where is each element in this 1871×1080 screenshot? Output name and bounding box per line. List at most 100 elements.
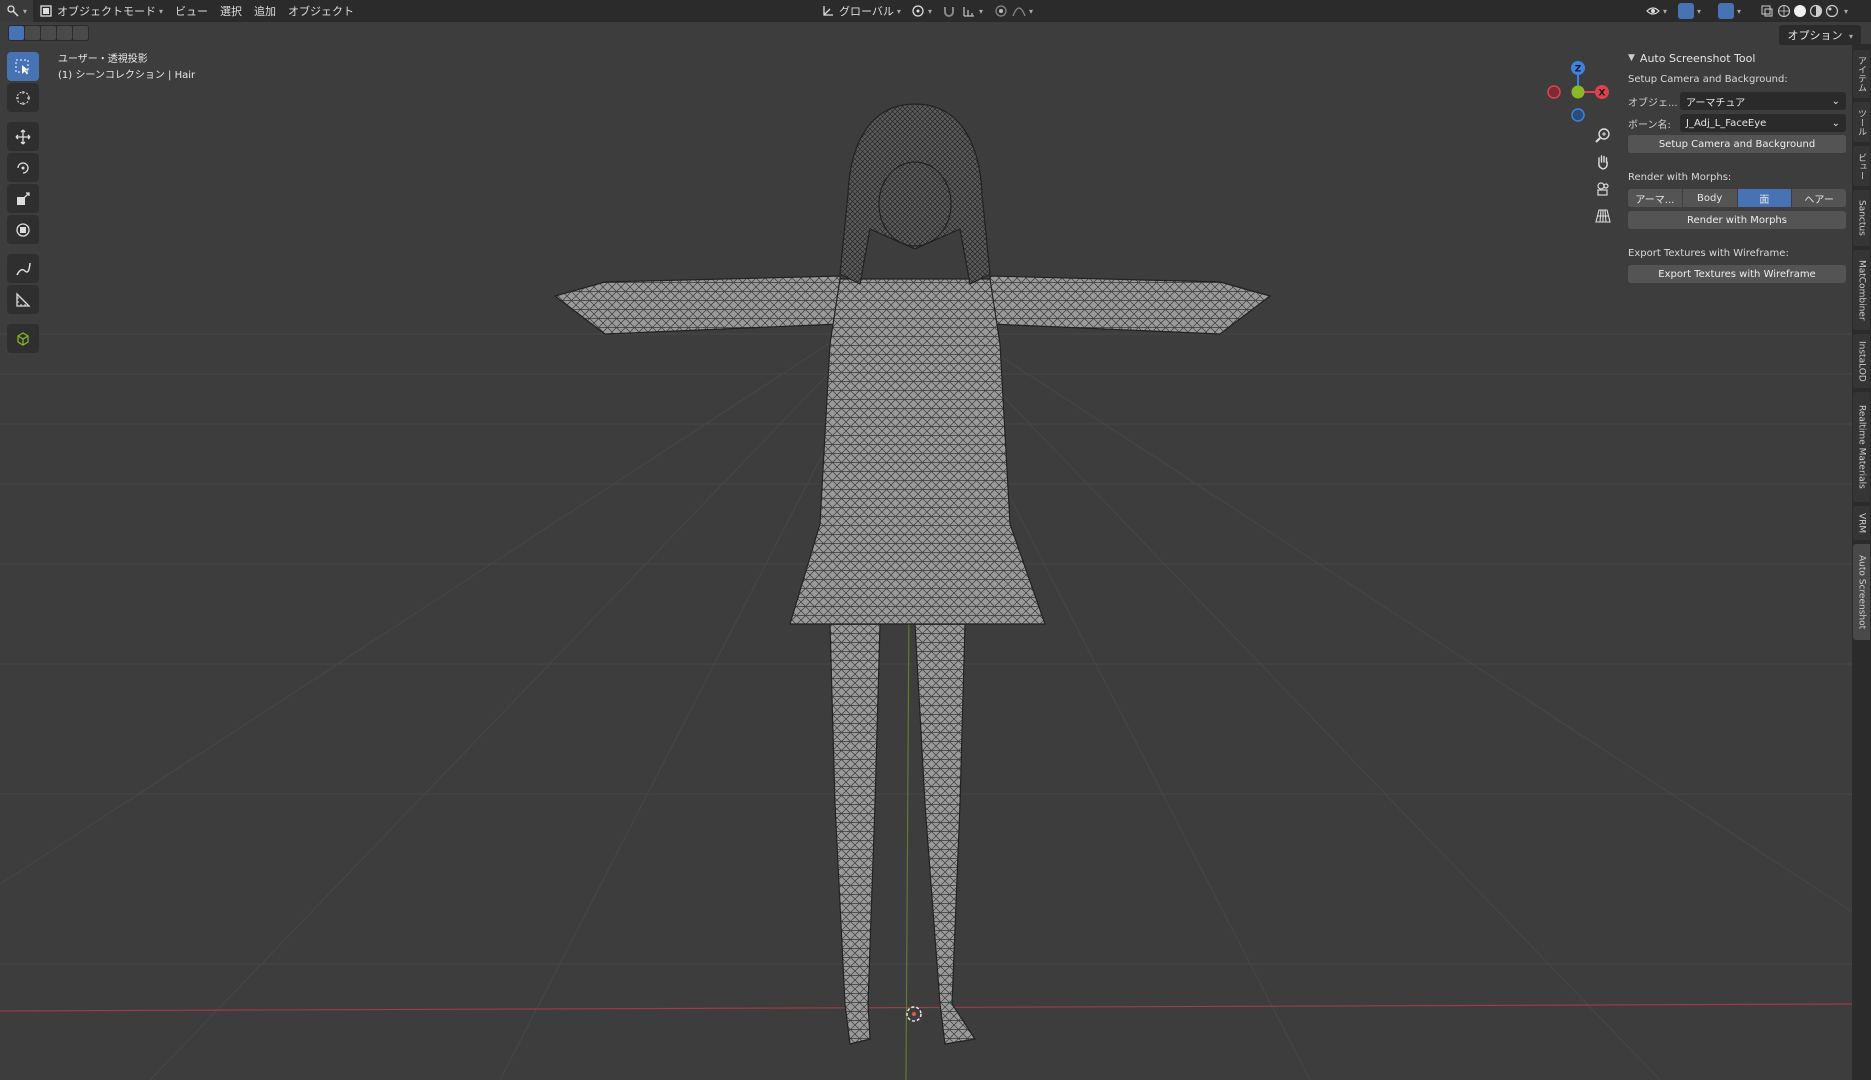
neg-x-axis-handle[interactable] (1547, 85, 1561, 99)
tool-rotate[interactable] (7, 153, 39, 182)
editor-type-button[interactable]: ▾ (0, 0, 34, 22)
mode-label: オブジェクトモード (57, 5, 157, 18)
tab-vrm[interactable]: VRM (1853, 506, 1870, 540)
character-mesh[interactable] (553, 103, 1272, 1045)
3d-cursor[interactable] (906, 1006, 922, 1022)
object-mode-icon (40, 5, 52, 17)
export-section-label: Export Textures with Wireframe: (1628, 248, 1789, 259)
chevron-down-icon: ▾ (979, 6, 984, 16)
navigation-gizmo[interactable]: X Z (1538, 52, 1618, 132)
camera-view-button[interactable] (1590, 178, 1616, 200)
tab-realtime-materials[interactable]: Realtime Materials (1853, 392, 1870, 502)
select-set-icon[interactable] (9, 26, 24, 40)
tab-label: MatCombiner (1856, 259, 1867, 321)
gizmo-toggle[interactable]: ▾ (1672, 0, 1707, 22)
camera-icon (1597, 182, 1609, 196)
menu-view[interactable]: ビュー (169, 0, 214, 22)
select-extend-icon[interactable] (25, 26, 40, 40)
tool-measure[interactable] (7, 285, 39, 314)
menu-object[interactable]: オブジェクト (282, 0, 360, 22)
bone-dropdown[interactable]: J_Adj_L_FaceEye ⌄ (1680, 114, 1846, 132)
menu-select[interactable]: 選択 (214, 0, 248, 22)
perspective-toggle-button[interactable] (1590, 205, 1616, 227)
setup-camera-button[interactable]: Setup Camera and Background (1628, 135, 1846, 153)
chevron-down-icon: ▾ (1737, 6, 1742, 16)
bone-label: ボーン名: (1628, 119, 1671, 131)
overlays-toggle[interactable]: ▾ (1712, 0, 1747, 22)
transform-orientation-dropdown[interactable]: グローバル ▾ (815, 0, 907, 22)
scale-icon (17, 191, 30, 205)
viewport-info: ユーザー・透視投影 (1) シーンコレクション | Hair (58, 52, 195, 84)
snap-increment-icon (963, 7, 974, 17)
tab-label: ビュー (1856, 152, 1866, 180)
view-name: ユーザー・透視投影 (58, 54, 148, 65)
chevron-down-icon: ▾ (1848, 32, 1853, 41)
material-shading-icon[interactable] (1809, 4, 1823, 18)
tool-transform[interactable] (7, 215, 39, 244)
shading-modes[interactable]: ▾ (1774, 0, 1851, 22)
editor-type-icon (7, 5, 19, 17)
3d-viewport[interactable]: ユーザー・透視投影 (1) シーンコレクション | Hair X Z ▼ Aut… (0, 44, 1852, 1080)
chevron-down-icon: ▾ (1844, 6, 1849, 16)
tab-label: Auto Screenshot (1856, 554, 1867, 630)
tab-auto-screenshot[interactable]: Auto Screenshot (1853, 544, 1870, 640)
select-difference-icon[interactable] (57, 26, 72, 40)
tool-select-box[interactable] (7, 52, 39, 81)
pan-button[interactable] (1590, 151, 1616, 173)
panel-title: Auto Screenshot Tool (1639, 51, 1756, 65)
tab-view[interactable]: ビュー (1853, 146, 1870, 186)
select-box-icon (15, 59, 29, 74)
tool-move[interactable] (7, 122, 39, 151)
export-textures-button[interactable]: Export Textures with Wireframe (1628, 265, 1846, 283)
solid-shading-icon[interactable] (1793, 4, 1807, 18)
pivot-dropdown[interactable]: ▾ (905, 0, 938, 22)
render-morphs-button[interactable]: Render with Morphs (1628, 211, 1846, 229)
options-label: オプション (1787, 29, 1843, 42)
x-axis-label: X (1599, 89, 1606, 99)
x-axis-line (0, 1003, 1852, 1012)
panel-header[interactable]: ▼ Auto Screenshot Tool (1628, 47, 1846, 69)
tab-sanctus[interactable]: Sanctus (1853, 190, 1870, 246)
tab-item[interactable]: アイテム (1853, 50, 1870, 98)
mode-dropdown[interactable]: オブジェクトモード ▾ (33, 0, 169, 22)
navigation-buttons (1590, 124, 1616, 227)
object-dropdown[interactable]: アーマチュア ⌄ (1680, 92, 1846, 110)
morph-option-body[interactable]: Body (1682, 189, 1737, 207)
zoom-icon (1595, 128, 1610, 143)
y-axis-handle[interactable] (1571, 85, 1585, 99)
tab-label: アイテム (1856, 56, 1866, 92)
snap-target-dropdown[interactable]: ▾ (956, 0, 989, 22)
measure-icon (16, 291, 31, 307)
options-dropdown[interactable]: オプション ▾ (1779, 25, 1861, 45)
neg-z-axis-handle[interactable] (1571, 108, 1585, 122)
zoom-button[interactable] (1590, 124, 1616, 146)
tool-annotate[interactable] (7, 254, 39, 283)
tool-settings-bar: オプション ▾ (0, 22, 1871, 45)
morph-option-armature[interactable]: アーマ... (1628, 189, 1682, 207)
grid-perspective-icon (1595, 209, 1611, 223)
tab-tool[interactable]: ツール (1853, 102, 1870, 142)
camera-section-label: Setup Camera and Background: (1628, 74, 1788, 85)
proportional-falloff-dropdown[interactable]: ▾ (1006, 0, 1039, 22)
tab-matcombiner[interactable]: MatCombiner (1853, 250, 1870, 330)
morph-option-face[interactable]: 面 (1737, 189, 1792, 207)
morph-option-hair[interactable]: ヘアー (1792, 189, 1846, 207)
tab-label: Sanctus (1856, 200, 1867, 236)
orientation-label: グローバル (839, 5, 894, 18)
pivot-icon (912, 5, 924, 17)
add-cube-icon (17, 331, 29, 346)
object-label: オブジェ... (1628, 97, 1678, 109)
menu-add[interactable]: 追加 (248, 0, 282, 22)
transform-icon (16, 222, 30, 237)
tool-cursor[interactable] (7, 83, 39, 112)
select-intersect-icon[interactable] (73, 26, 88, 40)
tool-scale[interactable] (7, 184, 39, 213)
tab-instalod[interactable]: InstaLOD (1853, 334, 1870, 388)
select-subtract-icon[interactable] (41, 26, 56, 40)
selection-mode-buttons[interactable] (8, 25, 89, 41)
tool-add-cube[interactable] (7, 324, 39, 353)
z-axis-label: Z (1575, 65, 1582, 75)
visibility-dropdown[interactable]: ▾ (1640, 0, 1673, 22)
rendered-shading-icon[interactable] (1825, 4, 1839, 18)
wireframe-shading-icon[interactable] (1777, 4, 1791, 18)
